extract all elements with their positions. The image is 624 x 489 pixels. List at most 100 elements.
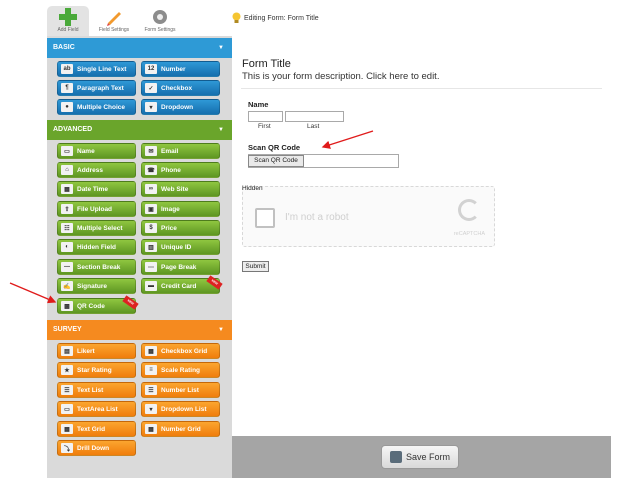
qr-code-icon: ▩ xyxy=(61,301,73,311)
page-break-icon: ⋯ xyxy=(145,262,157,272)
field-label: Page Break xyxy=(161,263,197,271)
save-label: Save Form xyxy=(405,452,450,462)
field-unique-id[interactable]: ▥ Unique ID xyxy=(141,239,220,255)
field-label: Dropdown xyxy=(161,103,194,111)
likert-icon: ▤ xyxy=(61,346,73,356)
number-grid-icon: ▦ xyxy=(145,424,157,434)
field-label: Checkbox Grid xyxy=(161,347,208,355)
field-email[interactable]: ✉ Email xyxy=(141,143,220,159)
field-date-time[interactable]: ▦ Date Time xyxy=(57,181,136,197)
scale-icon: ≡ xyxy=(145,365,157,375)
section-basic[interactable]: BASIC ▼ xyxy=(47,38,232,58)
field-textarea-list[interactable]: ▭ TextArea List xyxy=(57,401,136,417)
field-label: Number List xyxy=(161,386,199,394)
field-paragraph-text[interactable]: ¶ Paragraph Text xyxy=(57,80,136,96)
field-label: Web Site xyxy=(161,185,189,193)
drill-down-icon: ⤵ xyxy=(61,443,73,453)
dropdown-icon: ▾ xyxy=(145,102,157,112)
scan-qr-code-button[interactable]: Scan QR Code xyxy=(248,155,304,167)
field-checkbox-grid[interactable]: ▦ Checkbox Grid xyxy=(141,343,220,359)
field-signature[interactable]: ✍ Signature xyxy=(57,278,136,294)
checkbox-icon: ✓ xyxy=(145,83,157,93)
field-label: Star Rating xyxy=(77,366,112,374)
field-label: Likert xyxy=(77,347,95,355)
field-label: Multiple Select xyxy=(77,224,123,232)
plus-icon xyxy=(59,8,77,26)
editing-label: Editing Form: Form Title xyxy=(244,14,319,22)
field-dropdown[interactable]: ▾ Dropdown xyxy=(141,99,220,115)
field-label: Drill Down xyxy=(77,444,110,452)
first-name-input[interactable] xyxy=(248,111,283,122)
form-canvas xyxy=(232,36,611,478)
checkbox-grid-icon: ▦ xyxy=(145,346,157,356)
field-label: Dropdown List xyxy=(161,405,207,413)
field-single-line-text[interactable]: ab Single Line Text xyxy=(57,61,136,77)
field-label: QR Code xyxy=(77,302,105,310)
phone-icon: ☎ xyxy=(145,165,157,175)
field-address[interactable]: ⌂ Address xyxy=(57,162,136,178)
first-sublabel: First xyxy=(258,123,271,130)
section-title: ADVANCED xyxy=(53,126,93,133)
multi-select-icon: ☷ xyxy=(61,223,73,233)
recaptcha-checkbox[interactable] xyxy=(255,208,275,228)
section-title: BASIC xyxy=(53,44,75,51)
upload-icon: ⇧ xyxy=(61,204,73,214)
field-qr-code[interactable]: ▩ QR Code NEW xyxy=(57,295,139,314)
field-label: Checkbox xyxy=(161,84,193,92)
field-text-list[interactable]: ☰ Text List xyxy=(57,382,136,398)
radio-icon: ● xyxy=(61,102,73,112)
field-name[interactable]: ▭ Name xyxy=(57,143,136,159)
lightbulb-icon xyxy=(232,12,241,23)
text-grid-icon: ▦ xyxy=(61,424,73,434)
dropdown-list-icon: ▾ xyxy=(145,404,157,414)
field-multiple-select[interactable]: ☷ Multiple Select xyxy=(57,220,136,236)
submit-button[interactable]: Submit xyxy=(242,261,269,272)
caret-down-icon: ▼ xyxy=(218,45,224,51)
field-credit-card[interactable]: ▬ Credit Card NEW xyxy=(141,275,223,294)
field-number[interactable]: 12 Number xyxy=(141,61,220,77)
field-dropdown-list[interactable]: ▾ Dropdown List xyxy=(141,401,220,417)
field-drill-down[interactable]: ⤵ Drill Down xyxy=(57,440,136,456)
field-label: Address xyxy=(77,166,104,174)
field-file-upload[interactable]: ⇧ File Upload xyxy=(57,201,136,217)
field-label: Phone xyxy=(161,166,181,174)
recaptcha-widget: I'm not a robot reCAPTCHA xyxy=(242,186,495,247)
form-title[interactable]: Form Title xyxy=(242,58,291,70)
field-number-grid[interactable]: ▦ Number Grid xyxy=(141,421,220,437)
field-page-break[interactable]: ⋯ Page Break xyxy=(141,259,220,275)
last-name-input[interactable] xyxy=(285,111,344,122)
field-web-site[interactable]: ∞ Web Site xyxy=(141,181,220,197)
dollar-icon: $ xyxy=(145,223,157,233)
save-form-button[interactable]: Save Form xyxy=(381,445,459,469)
field-price[interactable]: $ Price xyxy=(141,220,220,236)
field-checkbox[interactable]: ✓ Checkbox xyxy=(141,80,220,96)
field-label: Number xyxy=(161,65,186,73)
field-section-break[interactable]: — Section Break xyxy=(57,259,136,275)
field-star-rating[interactable]: ★ Star Rating xyxy=(57,362,136,378)
field-text-grid[interactable]: ▦ Text Grid xyxy=(57,421,136,437)
field-label: Price xyxy=(161,224,177,232)
field-image[interactable]: ▣ Image xyxy=(141,201,220,217)
tab-form-settings[interactable]: Form Settings xyxy=(139,6,181,36)
field-phone[interactable]: ☎ Phone xyxy=(141,162,220,178)
tab-add-field[interactable]: Add Field xyxy=(47,6,89,36)
field-label: Text Grid xyxy=(77,425,106,433)
envelope-icon: ✉ xyxy=(145,146,157,156)
field-multiple-choice[interactable]: ● Multiple Choice xyxy=(57,99,136,115)
field-hidden-field[interactable]: ◐ Hidden Field xyxy=(57,239,136,255)
field-label: Section Break xyxy=(77,263,121,271)
section-survey[interactable]: SURVEY ▼ xyxy=(47,320,232,340)
field-label: Unique ID xyxy=(161,243,192,251)
field-scale-rating[interactable]: ≡ Scale Rating xyxy=(141,362,220,378)
tab-field-settings[interactable]: Field Settings xyxy=(93,6,135,36)
form-description[interactable]: This is your form description. Click her… xyxy=(242,71,439,82)
field-number-list[interactable]: ☰ Number List xyxy=(141,382,220,398)
last-sublabel: Last xyxy=(307,123,320,130)
tab-label: Form Settings xyxy=(144,27,176,33)
field-label: Paragraph Text xyxy=(77,84,124,92)
field-likert[interactable]: ▤ Likert xyxy=(57,343,136,359)
section-advanced[interactable]: ADVANCED ▼ xyxy=(47,120,232,140)
field-label: Hidden Field xyxy=(77,243,116,251)
barcode-icon: ▥ xyxy=(145,242,157,252)
pencil-icon xyxy=(107,12,121,26)
